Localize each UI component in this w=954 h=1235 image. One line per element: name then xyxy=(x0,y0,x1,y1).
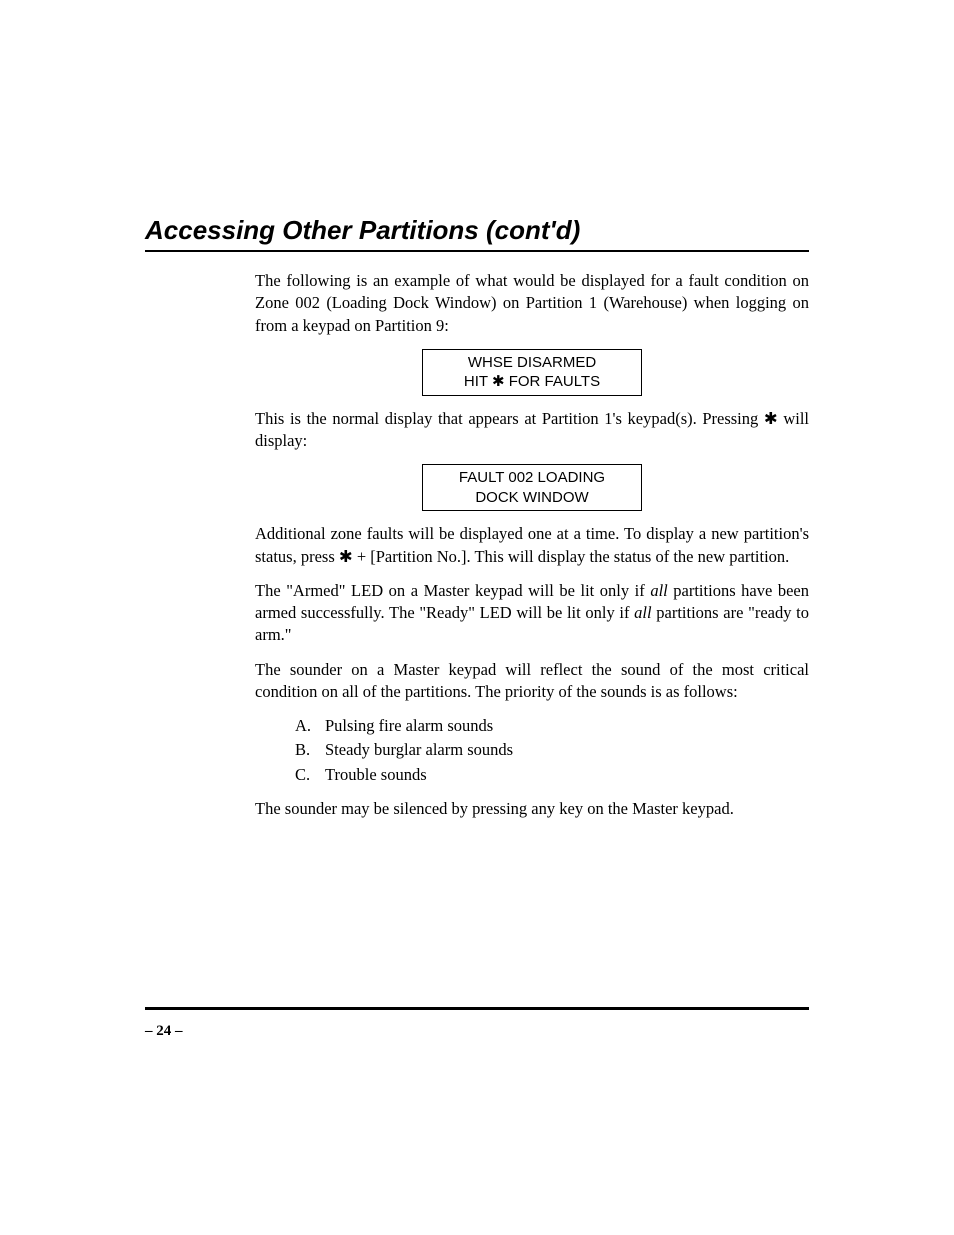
content-block: The following is an example of what woul… xyxy=(145,270,809,820)
list-item: C. Trouble sounds xyxy=(295,764,809,786)
list-marker-c: C. xyxy=(295,764,315,786)
heading-rule xyxy=(145,250,809,252)
display2-line1: FAULT 002 LOADING xyxy=(429,468,635,488)
keypad-display-1: WHSE DISARMED HIT ✱ FOR FAULTS xyxy=(422,349,642,396)
paragraph-6: The sounder may be silenced by pressing … xyxy=(255,798,809,820)
star-icon: ✱ xyxy=(492,373,505,390)
list-text-a: Pulsing fire alarm sounds xyxy=(325,715,493,737)
italic-all-2: all xyxy=(634,603,651,622)
intro-paragraph: The following is an example of what woul… xyxy=(255,270,809,337)
italic-all-1: all xyxy=(650,581,667,600)
list-marker-b: B. xyxy=(295,739,315,761)
star-icon: ✱ xyxy=(764,410,778,428)
list-item: B. Steady burglar alarm sounds xyxy=(295,739,809,761)
list-item: A. Pulsing fire alarm sounds xyxy=(295,715,809,737)
list-text-b: Steady burglar alarm sounds xyxy=(325,739,513,761)
priority-list: A. Pulsing fire alarm sounds B. Steady b… xyxy=(295,715,809,786)
keypad-display-2: FAULT 002 LOADING DOCK WINDOW xyxy=(422,464,642,511)
list-marker-a: A. xyxy=(295,715,315,737)
display1-line2: HIT ✱ FOR FAULTS xyxy=(429,372,635,392)
paragraph-5: The sounder on a Master keypad will refl… xyxy=(255,659,809,704)
page-number: – 24 – xyxy=(145,1023,183,1040)
display1-line1: WHSE DISARMED xyxy=(429,353,635,373)
paragraph-2: This is the normal display that appears … xyxy=(255,408,809,453)
list-text-c: Trouble sounds xyxy=(325,764,427,786)
page-container: Accessing Other Partitions (cont'd) The … xyxy=(0,0,954,820)
paragraph-3: Additional zone faults will be displayed… xyxy=(255,523,809,568)
paragraph-4: The "Armed" LED on a Master keypad will … xyxy=(255,580,809,647)
star-icon: ✱ xyxy=(339,548,353,566)
section-heading: Accessing Other Partitions (cont'd) xyxy=(145,215,809,246)
display2-line2: DOCK WINDOW xyxy=(429,488,635,508)
footer-rule xyxy=(145,1007,809,1010)
